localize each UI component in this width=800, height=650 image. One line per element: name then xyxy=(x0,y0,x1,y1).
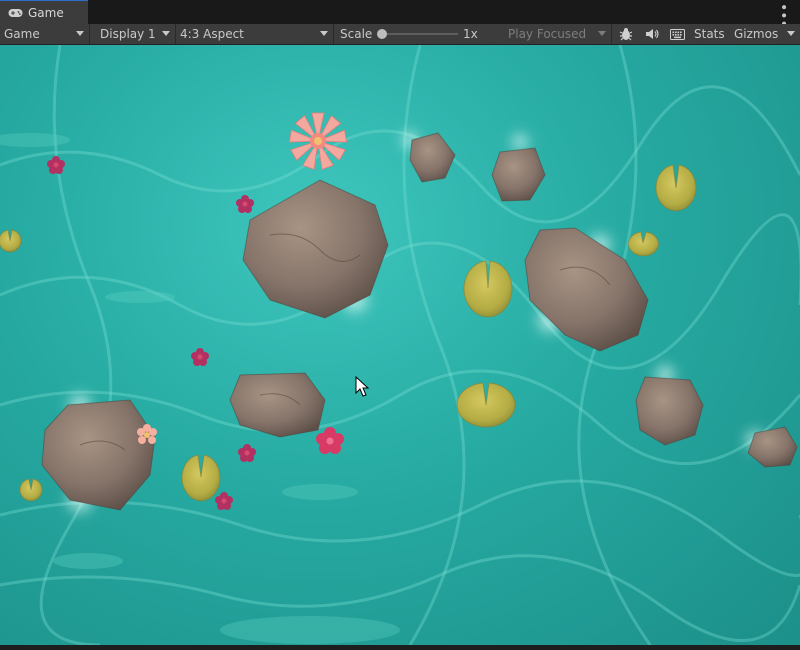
mode-dropdown[interactable]: Game xyxy=(0,24,90,44)
rock xyxy=(409,132,456,183)
aspect-label: 4:3 Aspect xyxy=(180,27,244,41)
scale-slider-thumb[interactable] xyxy=(377,29,387,39)
game-viewport[interactable] xyxy=(0,45,800,645)
scale-label: Scale xyxy=(340,27,373,41)
tab-bar: Game ••• xyxy=(0,0,800,28)
rock xyxy=(41,399,156,511)
chevron-down-icon xyxy=(320,31,328,36)
mode-label: Game xyxy=(4,27,40,41)
scale-value: 1x xyxy=(463,27,478,41)
gizmos-label: Gizmos xyxy=(734,27,779,41)
rock xyxy=(635,376,704,446)
chevron-down-icon xyxy=(787,31,795,36)
speaker-icon[interactable] xyxy=(642,24,662,44)
lily-pad xyxy=(628,231,659,257)
play-mode-dropdown[interactable]: Play Focused xyxy=(502,24,612,44)
tab-game[interactable]: Game xyxy=(0,0,88,24)
chevron-down-icon xyxy=(76,31,84,36)
chevron-down-icon xyxy=(598,31,606,36)
lily-pad xyxy=(19,478,43,502)
stats-button[interactable]: Stats xyxy=(694,24,728,44)
pond-scene xyxy=(0,45,800,645)
display-label: Display 1 xyxy=(100,27,156,41)
gamepad-icon xyxy=(8,8,23,17)
rock xyxy=(242,179,389,319)
lotus-flower xyxy=(288,112,348,170)
gizmos-dropdown[interactable]: Gizmos xyxy=(732,24,800,44)
display-dropdown[interactable]: Display 1 xyxy=(94,24,176,44)
lily-pad xyxy=(655,164,697,212)
scale-slider-track[interactable] xyxy=(380,33,458,35)
rock xyxy=(747,426,798,468)
chevron-down-icon xyxy=(162,31,170,36)
rock xyxy=(491,147,546,202)
lily-pad xyxy=(456,382,516,428)
lily-pad xyxy=(181,454,221,502)
aspect-dropdown[interactable]: 4:3 Aspect xyxy=(176,24,334,44)
mouse-cursor-icon xyxy=(355,375,370,397)
bottom-border xyxy=(0,645,800,650)
play-mode-label: Play Focused xyxy=(508,27,587,41)
debug-bug-icon[interactable] xyxy=(616,24,636,44)
keyboard-icon[interactable] xyxy=(667,24,687,44)
lily-pad xyxy=(0,229,22,253)
tab-label: Game xyxy=(28,5,64,20)
lily-pad xyxy=(463,260,513,318)
